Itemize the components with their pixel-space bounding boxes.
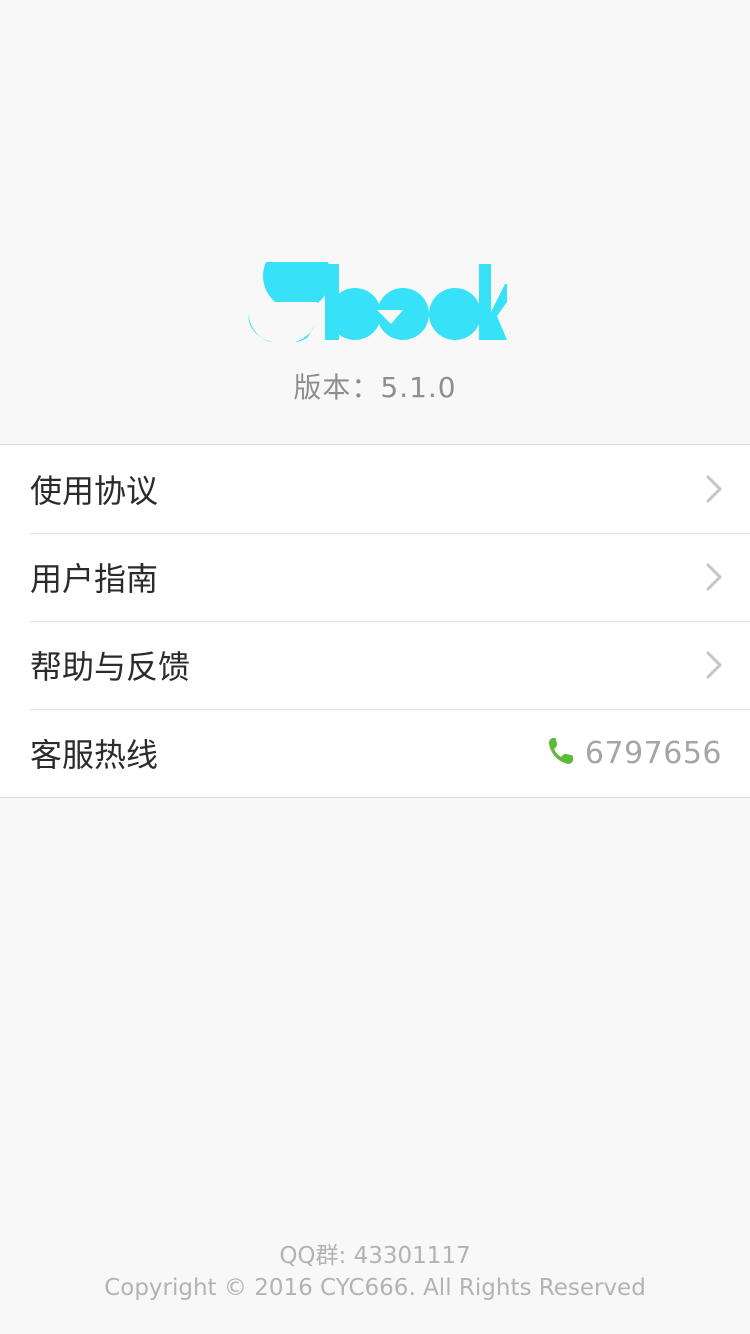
hotline-number-group[interactable]: 6797656	[547, 736, 722, 771]
version-label: 版本：5.1.0	[293, 371, 457, 404]
phone-icon	[547, 736, 575, 770]
menu-item-label: 用户指南	[30, 560, 159, 598]
hotline-number: 6797656	[584, 735, 722, 771]
menu-item-label: 帮助与反馈	[30, 648, 191, 686]
chevron-right-icon	[706, 651, 722, 679]
menu-item-label: 客服热线	[30, 736, 159, 774]
chevron-right-icon	[706, 475, 722, 503]
qq-group-text: QQ群: 43301117	[279, 1243, 471, 1269]
menu-item-label: 使用协议	[30, 472, 159, 510]
menu-item-user-guide[interactable]: 用户指南	[0, 533, 750, 621]
menu-item-hotline[interactable]: 客服热线 6797656	[0, 709, 750, 797]
ebook-logo	[243, 262, 507, 342]
chevron-right-icon	[706, 563, 722, 591]
copyright-text: Copyright © 2016 CYC666. All Rights Rese…	[104, 1275, 646, 1301]
footer: QQ群: 43301117 Copyright © 2016 CYC666. A…	[0, 1240, 750, 1304]
logo-area	[0, 262, 750, 342]
menu-list: 使用协议 用户指南 帮助与反馈 客服热线 6797656	[0, 444, 750, 798]
menu-item-help-feedback[interactable]: 帮助与反馈	[0, 621, 750, 709]
menu-item-user-agreement[interactable]: 使用协议	[0, 445, 750, 533]
